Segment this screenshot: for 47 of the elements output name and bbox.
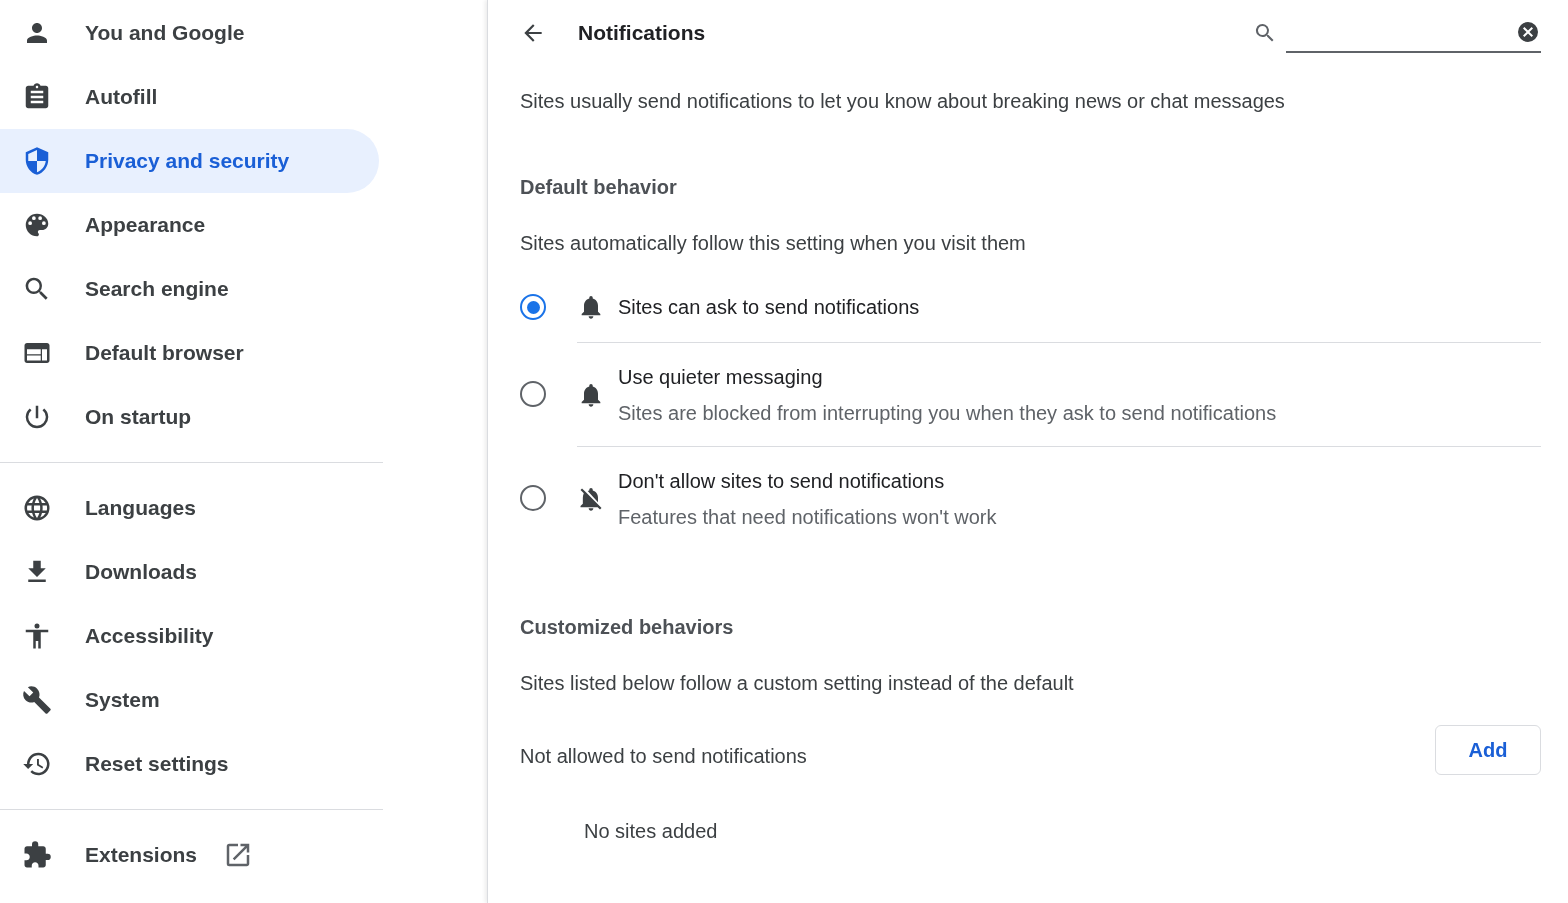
wrench-icon — [22, 685, 52, 715]
sidebar-label: Privacy and security — [85, 148, 290, 175]
sidebar-label: Accessibility — [85, 623, 214, 650]
radio-button[interactable] — [520, 294, 546, 320]
sidebar-item[interactable]: Privacy and security — [0, 129, 379, 193]
sidebar-label: On startup — [85, 404, 192, 431]
radio-button[interactable] — [520, 485, 546, 511]
clear-icon[interactable] — [1516, 20, 1540, 44]
section-subtitle: Sites listed below follow a custom setting instead of the default — [520, 671, 1075, 696]
sidebar-item[interactable]: System — [0, 668, 379, 732]
sidebar-item[interactable]: Accessibility — [0, 604, 379, 668]
option-label: Don't allow sites to send notifications — [618, 468, 946, 494]
sidebar-item[interactable]: Search engine — [0, 257, 379, 321]
option-description: Features that need notifications won't work — [618, 504, 997, 530]
globe-icon — [22, 493, 52, 523]
sidebar-item[interactable]: Reset settings — [0, 732, 379, 796]
sidebar-item[interactable]: Extensions — [0, 823, 379, 887]
sidebar-item[interactable]: Appearance — [0, 193, 379, 257]
sidebar-label: Languages — [85, 495, 196, 522]
option-label: Sites can ask to send notifications — [618, 295, 920, 320]
sidebar-item[interactable]: Downloads — [0, 540, 379, 604]
sidebar-item[interactable]: Autofill — [0, 65, 379, 129]
sidebar-item[interactable]: You and Google — [0, 1, 379, 65]
sidebar-label: You and Google — [85, 20, 245, 47]
sidebar-item[interactable]: On startup — [0, 385, 379, 449]
sidebar-item[interactable]: Languages — [0, 476, 379, 540]
sidebar-item[interactable]: Default browser — [0, 321, 379, 385]
section-subtitle: Sites automatically follow this setting when you visit them — [520, 231, 1027, 256]
option-label: Use quieter messaging — [618, 364, 824, 390]
sidebar-label: Downloads — [85, 559, 197, 586]
description-text: Sites usually send notifications to let you know about breaking news or chat messages — [520, 89, 1286, 114]
puzzle-piece-icon — [22, 840, 52, 870]
sidebar-label: Extensions — [85, 842, 198, 869]
add-button[interactable]: Add — [1435, 725, 1541, 775]
radio-button[interactable] — [520, 381, 546, 407]
sidebar-label: Default browser — [85, 340, 244, 367]
page-title: Notifications — [578, 20, 706, 47]
section-heading: Customized behaviors — [520, 615, 735, 640]
sidebar-label: Appearance — [85, 212, 206, 239]
empty-list-text: No sites added — [584, 819, 719, 844]
option-description: Sites are blocked from interrupting you when they ask to send notifications — [618, 400, 1277, 426]
list-label: Not allowed to send notifications — [520, 744, 807, 769]
sidebar-label: System — [85, 687, 160, 714]
sidebar-label: Reset settings — [85, 751, 229, 778]
sidebar-label: Autofill — [85, 84, 158, 111]
section-heading: Default behavior — [520, 175, 678, 200]
sidebar-label: Search engine — [85, 276, 229, 303]
